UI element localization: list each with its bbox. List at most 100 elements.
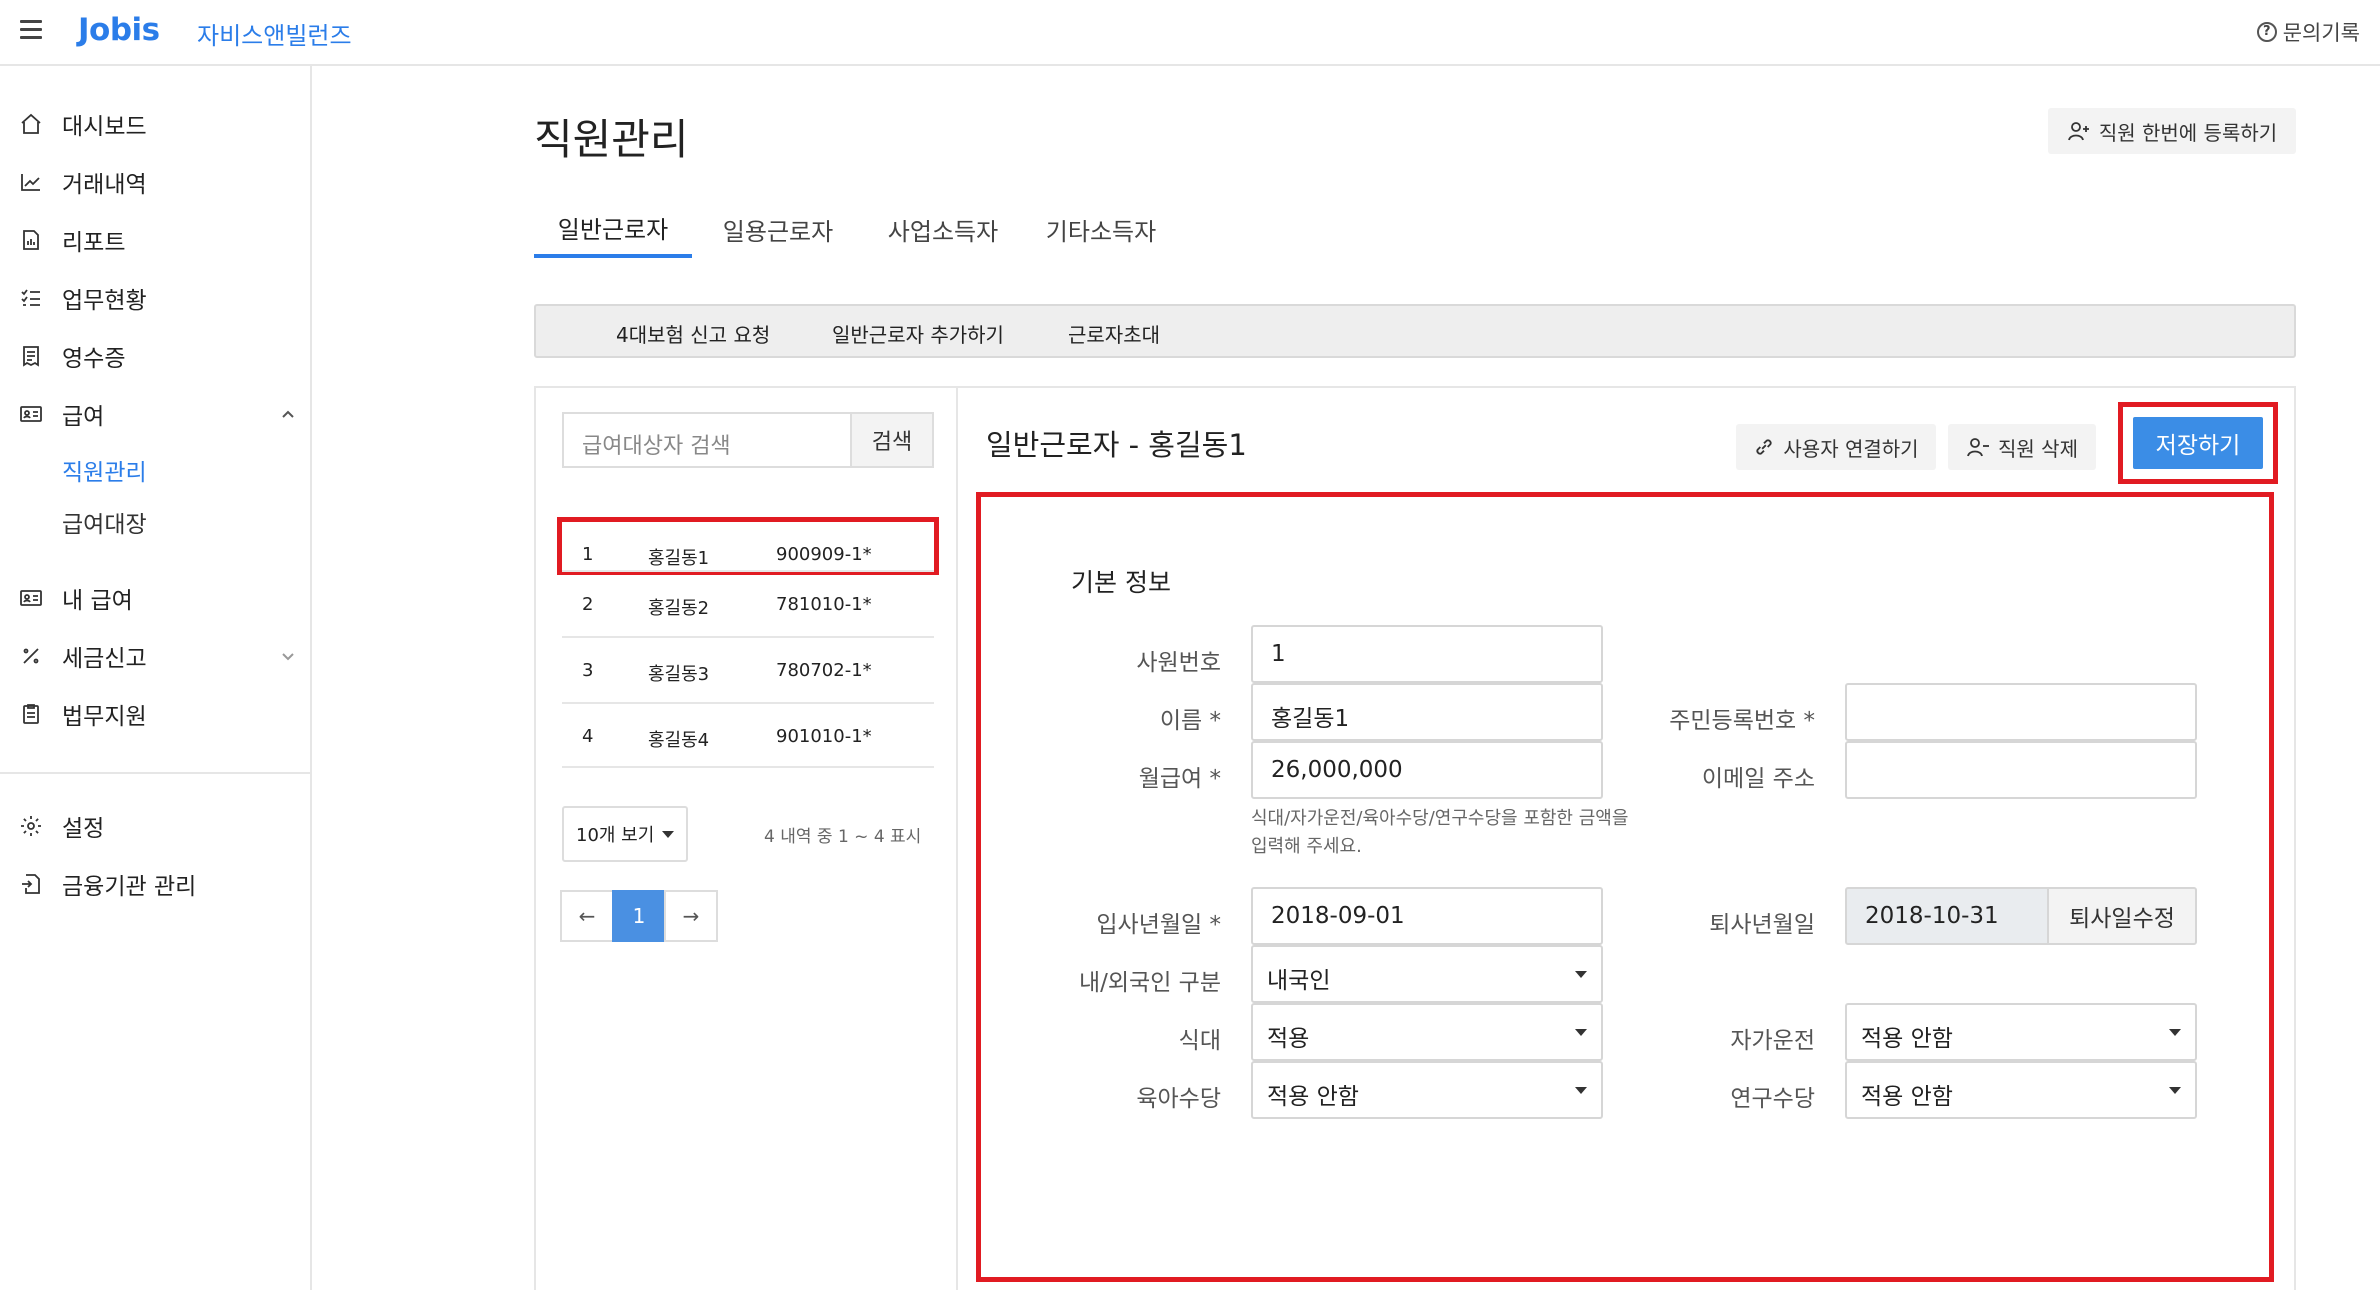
row-number: 3 — [582, 660, 594, 681]
sidebar-item-label: 대시보드 — [62, 114, 147, 140]
prev-page-button[interactable]: ← — [560, 890, 614, 942]
car-allowance-value: 적용 안함 — [1861, 1026, 1953, 1052]
nationality-select[interactable]: 내국인 — [1251, 945, 1603, 1003]
search-button[interactable]: 검색 — [850, 412, 934, 468]
sidebar-item-label: 내 급여 — [62, 588, 133, 614]
nationality-label: 내/외국인 구분 — [1078, 970, 1221, 996]
checklist-icon — [18, 285, 44, 311]
meal-allowance-label: 식대 — [1178, 1028, 1221, 1054]
invite-worker-button[interactable]: 근로자초대 — [1068, 319, 1160, 348]
research-allowance-label: 연구수당 — [1730, 1086, 1815, 1112]
monthly-salary-input[interactable]: 26,000,000 — [1251, 741, 1603, 799]
tab-other-income[interactable]: 기타소득자 — [1030, 200, 1172, 258]
employee-search-input[interactable]: 급여대상자 검색 — [562, 412, 852, 468]
delete-employee-button[interactable]: 직원 삭제 — [1948, 424, 2096, 470]
bulk-register-button[interactable]: 직원 한번에 등록하기 — [2048, 108, 2296, 154]
row-number: 2 — [582, 594, 594, 615]
sidebar-subitem-payroll-ledger[interactable]: 급여대장 — [62, 504, 147, 540]
sidebar-item-receipt[interactable]: 영수증 — [18, 336, 298, 376]
page-title: 직원관리 — [534, 115, 689, 164]
trend-icon — [18, 169, 44, 195]
sidebar-item-financial-institutions[interactable]: 금융기관 관리 — [18, 864, 298, 904]
document-arrow-icon — [18, 871, 44, 897]
row-id-number: 900909-1* — [776, 544, 872, 565]
top-bar: Jobis 자비스앤빌런즈 ? 문의기록 — [0, 0, 2380, 66]
edit-leave-date-button[interactable]: 퇴사일수정 — [2047, 887, 2197, 945]
childcare-allowance-label: 육아수당 — [1136, 1086, 1221, 1112]
tab-daily-worker[interactable]: 일용근로자 — [704, 200, 852, 258]
employee-list-panel: 급여대상자 검색 검색 1 홍길동1 900909-1* 2 홍길동2 7810… — [534, 386, 958, 1290]
row-id-number: 780702-1* — [776, 660, 872, 681]
delete-employee-label: 직원 삭제 — [1998, 436, 2078, 461]
gear-icon — [18, 813, 44, 839]
sidebar-item-settings[interactable]: 설정 — [18, 806, 298, 846]
caret-down-icon — [662, 830, 675, 838]
sidebar-item-tasks[interactable]: 업무현황 — [18, 278, 298, 318]
page-button-current[interactable]: 1 — [612, 890, 666, 942]
link-user-button[interactable]: 사용자 연결하기 — [1736, 424, 1936, 470]
company-name[interactable]: 자비스앤빌런즈 — [197, 16, 352, 51]
add-regular-worker-button[interactable]: 일반근로자 추가하기 — [832, 319, 1004, 348]
caret-down-icon — [2169, 1087, 2181, 1094]
sidebar-item-label: 법무지원 — [62, 704, 147, 730]
resident-number-input[interactable] — [1845, 683, 2197, 741]
row-name: 홍길동4 — [648, 730, 710, 751]
tab-regular-worker[interactable]: 일반근로자 — [534, 200, 692, 258]
pagination: ← 1 → — [560, 890, 718, 942]
action-bar: 4대보험 신고 요청 일반근로자 추가하기 근로자초대 — [534, 304, 2296, 358]
chevron-up-icon[interactable] — [278, 404, 298, 424]
page-size-select[interactable]: 10개 보기 — [562, 806, 688, 862]
sidebar-item-label: 급여 — [62, 404, 105, 430]
receipt-icon — [18, 343, 44, 369]
inquiry-link[interactable]: ? 문의기록 — [2256, 17, 2360, 47]
link-icon — [1756, 439, 1772, 455]
next-page-button[interactable]: → — [664, 890, 718, 942]
employee-detail-panel: 일반근로자 - 홍길동1 사용자 연결하기 직원 삭제 저장하기 기본 정보 사… — [956, 386, 2296, 1290]
research-allowance-select[interactable]: 적용 안함 — [1845, 1061, 2197, 1119]
sidebar-item-report[interactable]: 리포트 — [18, 220, 298, 260]
row-name: 홍길동3 — [648, 664, 710, 685]
childcare-allowance-select[interactable]: 적용 안함 — [1251, 1061, 1603, 1119]
sidebar-item-legal[interactable]: 법무지원 — [18, 694, 298, 734]
detail-title: 일반근로자 - 홍길동1 — [986, 428, 1247, 462]
sidebar-item-label: 거래내역 — [62, 172, 147, 198]
chevron-down-icon[interactable] — [278, 646, 298, 666]
research-allowance-value: 적용 안함 — [1861, 1084, 1953, 1110]
employee-number-label: 사원번호 — [1136, 650, 1221, 676]
row-id-number: 901010-1* — [776, 726, 872, 747]
sidebar-subitem-employee-management[interactable]: 직원관리 — [62, 452, 147, 488]
sidebar-item-label: 세금신고 — [62, 646, 147, 672]
meal-allowance-select[interactable]: 적용 — [1251, 1003, 1603, 1061]
sidebar-item-payroll[interactable]: 급여 — [18, 394, 298, 434]
tab-business-income[interactable]: 사업소득자 — [868, 200, 1018, 258]
caret-down-icon — [1575, 971, 1587, 978]
percent-icon — [18, 643, 44, 669]
sidebar-item-dashboard[interactable]: 대시보드 — [18, 104, 298, 144]
employee-row[interactable]: 1 홍길동1 900909-1* — [557, 517, 939, 575]
hamburger-menu-icon[interactable] — [20, 20, 42, 42]
add-user-icon — [2067, 122, 2089, 141]
employee-row[interactable]: 4 홍길동4 901010-1* — [562, 702, 934, 768]
count-info: 4 내역 중 1 ~ 4 표시 — [764, 827, 922, 847]
employee-row[interactable]: 3 홍길동3 780702-1* — [562, 636, 934, 702]
sidebar-item-my-payroll[interactable]: 내 급여 — [18, 578, 298, 618]
logo[interactable]: Jobis — [78, 12, 160, 48]
car-allowance-select[interactable]: 적용 안함 — [1845, 1003, 2197, 1061]
join-date-input[interactable]: 2018-09-01 — [1251, 887, 1603, 945]
home-icon — [18, 111, 44, 137]
row-number: 4 — [582, 726, 594, 747]
employee-number-input[interactable]: 1 — [1251, 625, 1603, 683]
email-input[interactable] — [1845, 741, 2197, 799]
row-name: 홍길동1 — [648, 548, 710, 569]
sidebar-item-transactions[interactable]: 거래내역 — [18, 162, 298, 202]
name-input[interactable]: 홍길동1 — [1251, 683, 1603, 741]
leave-date-input: 2018-10-31 — [1845, 887, 2049, 945]
sidebar-item-tax-filing[interactable]: 세금신고 — [18, 636, 298, 676]
sidebar-item-label: 업무현황 — [62, 288, 147, 314]
inquiry-label: 문의기록 — [2282, 21, 2360, 45]
row-id-number: 781010-1* — [776, 594, 872, 615]
insurance-report-request-button[interactable]: 4대보험 신고 요청 — [616, 319, 770, 348]
row-number: 1 — [582, 544, 594, 565]
employee-row[interactable]: 2 홍길동2 781010-1* — [562, 570, 934, 636]
save-button[interactable]: 저장하기 — [2133, 417, 2263, 469]
